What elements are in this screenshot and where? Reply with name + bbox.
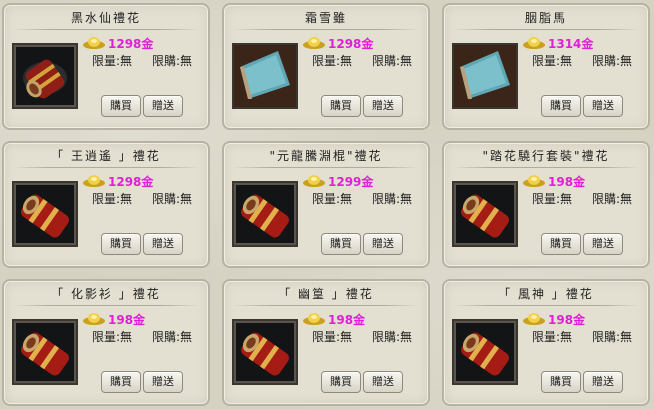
buy-button[interactable]: 購買 (321, 95, 361, 117)
limit-purchase-label: 限購:無 (152, 192, 193, 206)
item-title: "元龍騰淵棍"禮花 (269, 149, 383, 163)
firework-scroll-icon[interactable] (232, 181, 298, 247)
gold-ingot-icon (522, 311, 546, 325)
limit-purchase-label: 限購:無 (592, 330, 633, 344)
paper-scroll-icon[interactable] (452, 43, 518, 109)
gift-button[interactable]: 贈送 (363, 371, 403, 393)
limit-quantity-label: 限量:無 (312, 192, 353, 206)
title-divider (232, 305, 420, 306)
limit-quantity-label: 限量:無 (92, 330, 133, 344)
gift-button[interactable]: 贈送 (583, 233, 623, 255)
gift-button[interactable]: 贈送 (583, 95, 623, 117)
gold-ingot-icon (302, 35, 326, 49)
price-label: 198金 (328, 313, 366, 327)
shop-item-card: 「 幽篁 」禮花 198金 限量:無 限購:無 購買 贈送 (222, 279, 430, 406)
price-label: 1298金 (328, 37, 374, 51)
gift-button[interactable]: 贈送 (363, 233, 403, 255)
item-title: 「 幽篁 」禮花 (278, 287, 374, 301)
limit-purchase-label: 限購:無 (372, 54, 413, 68)
shop-item-card: 「 風神 」禮花 198金 限量:無 限購:無 購買 贈送 (442, 279, 650, 406)
firework-scroll-icon[interactable] (232, 319, 298, 385)
gold-ingot-icon (82, 173, 106, 187)
limit-purchase-label: 限購:無 (372, 330, 413, 344)
title-divider (452, 305, 640, 306)
firework-scroll-icon[interactable] (452, 319, 518, 385)
limit-quantity-label: 限量:無 (532, 192, 573, 206)
title-divider (12, 167, 200, 168)
price-label: 198金 (548, 175, 586, 189)
paper-scroll-icon[interactable] (232, 43, 298, 109)
shop-grid: 黑水仙禮花 1298金 限量:無 限購:無 購買 贈送 霜雪雖 1298金 限量… (0, 0, 654, 409)
price-label: 198金 (548, 313, 586, 327)
limit-purchase-label: 限購:無 (372, 192, 413, 206)
price-label: 1298金 (108, 175, 154, 189)
title-divider (452, 29, 640, 30)
shop-item-card: 黑水仙禮花 1298金 限量:無 限購:無 購買 贈送 (2, 3, 210, 130)
gold-ingot-icon (82, 35, 106, 49)
limit-purchase-label: 限購:無 (152, 330, 193, 344)
price-label: 198金 (108, 313, 146, 327)
firework-scroll-icon[interactable] (12, 181, 78, 247)
limit-quantity-label: 限量:無 (532, 54, 573, 68)
limit-quantity-label: 限量:無 (312, 54, 353, 68)
buy-button[interactable]: 購買 (101, 233, 141, 255)
buy-button[interactable]: 購買 (321, 371, 361, 393)
shop-item-card: "踏花驍行套裝"禮花 198金 限量:無 限購:無 購買 贈送 (442, 141, 650, 268)
item-title: 「 王逍遙 」禮花 (51, 149, 161, 163)
gift-button[interactable]: 贈送 (583, 371, 623, 393)
gift-button[interactable]: 贈送 (143, 371, 183, 393)
limit-quantity-label: 限量:無 (92, 54, 133, 68)
shop-item-card: 「 化影衫 」禮花 198金 限量:無 限購:無 購買 贈送 (2, 279, 210, 406)
firework-scroll-icon[interactable] (452, 181, 518, 247)
item-title: "踏花驍行套裝"禮花 (482, 149, 610, 163)
item-title: 「 風神 」禮花 (498, 287, 594, 301)
title-divider (12, 305, 200, 306)
gold-ingot-icon (522, 35, 546, 49)
gift-button[interactable]: 贈送 (363, 95, 403, 117)
buy-button[interactable]: 購買 (321, 233, 361, 255)
gold-ingot-icon (522, 173, 546, 187)
gift-button[interactable]: 贈送 (143, 233, 183, 255)
price-label: 1299金 (328, 175, 374, 189)
shop-item-card: 「 王逍遙 」禮花 1298金 限量:無 限購:無 購買 贈送 (2, 141, 210, 268)
title-divider (12, 29, 200, 30)
gold-ingot-icon (302, 311, 326, 325)
buy-button[interactable]: 購買 (101, 95, 141, 117)
limit-quantity-label: 限量:無 (92, 192, 133, 206)
title-divider (232, 29, 420, 30)
buy-button[interactable]: 購買 (101, 371, 141, 393)
gold-ingot-icon (82, 311, 106, 325)
title-divider (232, 167, 420, 168)
shop-item-card: 霜雪雖 1298金 限量:無 限購:無 購買 贈送 (222, 3, 430, 130)
item-title: 胭脂馬 (524, 11, 567, 25)
gold-ingot-icon (302, 173, 326, 187)
limit-purchase-label: 限購:無 (592, 192, 633, 206)
firework-scroll-icon[interactable] (12, 43, 78, 109)
item-title: 黑水仙禮花 (70, 11, 141, 25)
price-label: 1298金 (108, 37, 154, 51)
price-label: 1314金 (548, 37, 594, 51)
buy-button[interactable]: 購買 (541, 371, 581, 393)
limit-purchase-label: 限購:無 (152, 54, 193, 68)
shop-item-card: "元龍騰淵棍"禮花 1299金 限量:無 限購:無 購買 贈送 (222, 141, 430, 268)
buy-button[interactable]: 購買 (541, 95, 581, 117)
firework-scroll-icon[interactable] (12, 319, 78, 385)
item-title: 霜雪雖 (304, 11, 347, 25)
title-divider (452, 167, 640, 168)
gift-button[interactable]: 贈送 (143, 95, 183, 117)
limit-quantity-label: 限量:無 (532, 330, 573, 344)
limit-quantity-label: 限量:無 (312, 330, 353, 344)
limit-purchase-label: 限購:無 (592, 54, 633, 68)
item-title: 「 化影衫 」禮花 (51, 287, 161, 301)
shop-item-card: 胭脂馬 1314金 限量:無 限購:無 購買 贈送 (442, 3, 650, 130)
buy-button[interactable]: 購買 (541, 233, 581, 255)
